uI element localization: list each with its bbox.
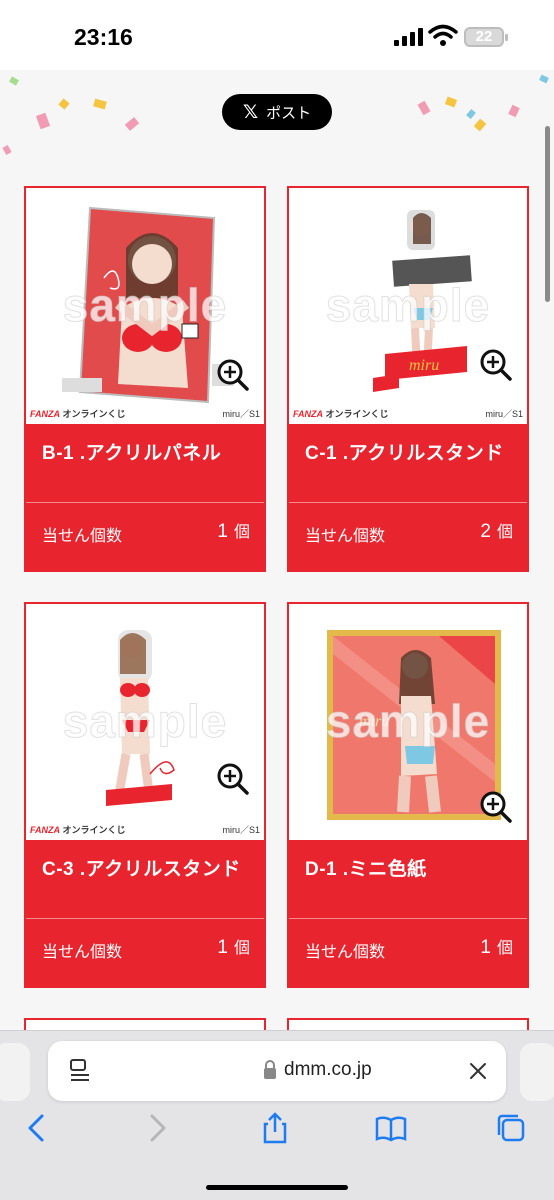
confetti-decoration <box>466 109 476 119</box>
forward-icon <box>150 1114 166 1142</box>
zoom-in-icon[interactable] <box>479 348 513 382</box>
prize-image[interactable]: sample FANZA オンラインくじ miru／S1 <box>26 188 264 424</box>
brand-logo: FANZA オンラインくじ <box>293 409 389 419</box>
page-menu-icon[interactable] <box>68 1058 92 1084</box>
confetti-decoration <box>124 117 140 131</box>
close-icon[interactable] <box>468 1061 488 1081</box>
confetti-decoration <box>35 112 51 130</box>
zoom-in-icon[interactable] <box>479 790 513 824</box>
winning-count-label: 当せん個数 <box>305 944 386 961</box>
sample-watermark: sample <box>62 695 228 748</box>
prize-title: B-1 .アクリルパネル <box>42 443 222 464</box>
home-indicator[interactable] <box>206 1185 348 1190</box>
web-content: 𝕏 ポスト sample FANZA オンラインくじ miru／S1 B-1 .… <box>0 70 554 1030</box>
x-post-button[interactable]: 𝕏 ポスト <box>222 94 332 130</box>
prize-title: C-1 .アクリルスタンド <box>305 443 504 464</box>
prize-card[interactable]: miru sample FANZA オンラインくじ miru／S1 C-1 .ア… <box>287 186 529 572</box>
winning-count-value: 1個 <box>217 937 250 958</box>
confetti-decoration <box>539 74 549 84</box>
winning-count-label: 当せん個数 <box>42 944 123 961</box>
divider <box>26 918 264 919</box>
prize-image[interactable]: miru sample <box>289 604 527 840</box>
tabs-icon[interactable] <box>494 1111 528 1145</box>
x-logo-icon: 𝕏 <box>242 101 259 123</box>
winning-count-label: 当せん個数 <box>42 528 123 545</box>
svg-text:miru: miru <box>409 357 439 374</box>
prize-info: D-1 .ミニ色紙 当せん個数 1個 <box>289 840 527 986</box>
prize-card[interactable]: miru sample D-1 .ミニ色紙 当せん個数 1個 <box>287 602 529 988</box>
divider <box>289 918 527 919</box>
prize-title: D-1 .ミニ色紙 <box>305 859 427 880</box>
scrollbar-thumb[interactable] <box>545 126 550 302</box>
prize-card[interactable]: sample FANZA オンラインくじ miru／S1 C-3 .アクリルスタ… <box>24 602 266 988</box>
image-credit: miru／S1 <box>222 409 260 419</box>
sample-watermark: sample <box>325 279 491 332</box>
confetti-decoration <box>473 118 487 132</box>
bookmarks-icon[interactable] <box>374 1111 408 1145</box>
status-bar: 23:16 22 <box>0 0 554 70</box>
browser-toolbar: dmm.co.jp <box>0 1030 554 1200</box>
post-button-label: ポスト <box>266 104 312 122</box>
prize-info: C-3 .アクリルスタンド 当せん個数 1個 <box>26 840 264 986</box>
sample-watermark: sample <box>62 279 228 332</box>
confetti-decoration <box>2 145 12 155</box>
confetti-decoration <box>417 100 431 116</box>
prize-info: B-1 .アクリルパネル 当せん個数 1個 <box>26 424 264 570</box>
divider <box>289 502 527 503</box>
signal-icon <box>394 28 424 46</box>
sample-watermark: sample <box>325 695 491 748</box>
confetti-decoration <box>58 98 70 110</box>
divider <box>26 502 264 503</box>
winning-count-value: 2個 <box>480 521 513 542</box>
screen: 23:16 22 𝕏 ポスト sample FANZA オンラインくじ miru… <box>0 0 554 1200</box>
clock: 23:16 <box>74 24 133 50</box>
lock-icon <box>264 1060 276 1079</box>
prize-image[interactable]: miru sample FANZA オンラインくじ miru／S1 <box>289 188 527 424</box>
zoom-in-icon[interactable] <box>216 358 250 392</box>
wifi-icon <box>428 24 458 46</box>
image-credit: miru／S1 <box>222 825 260 835</box>
url-text: dmm.co.jp <box>284 1059 372 1080</box>
zoom-in-icon[interactable] <box>216 762 250 796</box>
prize-card[interactable]: sample FANZA オンラインくじ miru／S1 B-1 .アクリルパネ… <box>24 186 266 572</box>
prize-image[interactable]: sample FANZA オンラインくじ miru／S1 <box>26 604 264 840</box>
address-bar[interactable]: dmm.co.jp <box>48 1041 506 1101</box>
confetti-decoration <box>444 96 458 108</box>
winning-count-value: 1個 <box>217 521 250 542</box>
previous-tab-preview[interactable] <box>0 1043 30 1101</box>
prize-title: C-3 .アクリルスタンド <box>42 859 241 880</box>
next-tab-preview[interactable] <box>520 1043 554 1101</box>
confetti-decoration <box>9 76 19 86</box>
share-icon[interactable] <box>258 1111 292 1145</box>
prize-card-partial[interactable] <box>24 1018 266 1030</box>
winning-count-value: 1個 <box>480 937 513 958</box>
image-credit: miru／S1 <box>485 409 523 419</box>
brand-logo: FANZA オンラインくじ <box>30 409 126 419</box>
prize-info: C-1 .アクリルスタンド 当せん個数 2個 <box>289 424 527 570</box>
confetti-decoration <box>508 104 520 118</box>
brand-logo: FANZA オンラインくじ <box>30 825 126 835</box>
confetti-decoration <box>93 98 107 110</box>
back-icon[interactable] <box>20 1111 54 1145</box>
winning-count-label: 当せん個数 <box>305 528 386 545</box>
battery-icon: 22 <box>464 27 508 47</box>
prize-card-partial[interactable] <box>287 1018 529 1030</box>
